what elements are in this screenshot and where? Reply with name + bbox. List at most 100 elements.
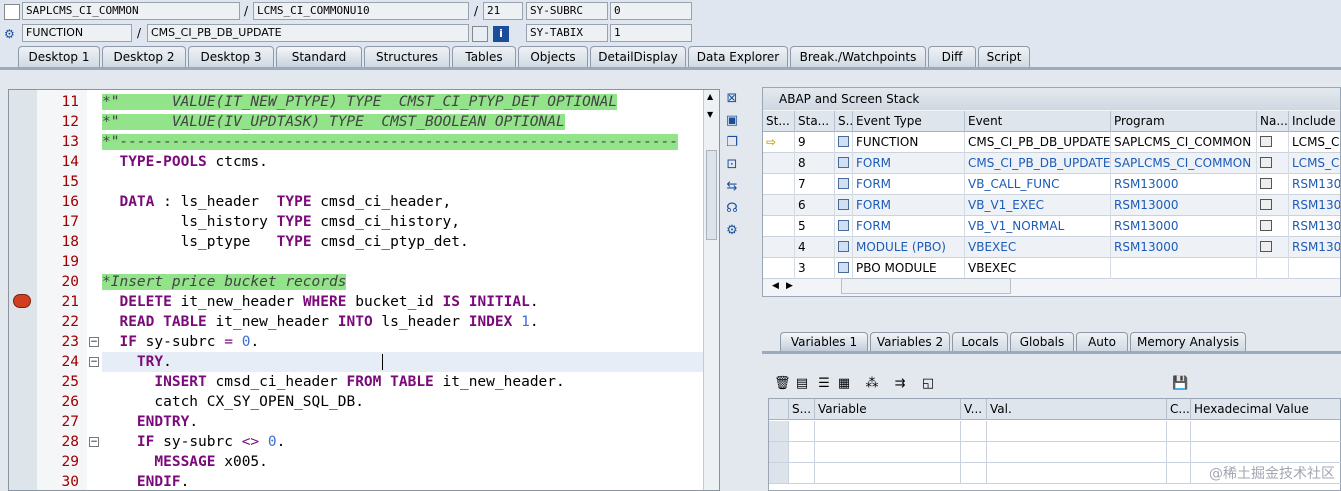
scroll-down-icon[interactable]: ▼: [707, 110, 713, 119]
copy-icon[interactable]: ❐: [724, 135, 740, 151]
fold-toggle-icon[interactable]: −: [89, 357, 99, 367]
close-icon[interactable]: ⊠: [724, 91, 740, 107]
vars-col-header[interactable]: [769, 399, 789, 420]
program-field[interactable]: SAPLCMS_CI_COMMON: [22, 2, 240, 20]
vars-tab-variables-1[interactable]: Variables 1: [780, 332, 868, 352]
code-line[interactable]: *" VALUE(IT_NEW_PTYPE) TYPE CMST_CI_PTYP…: [102, 92, 703, 112]
variable-cell[interactable]: [987, 421, 1167, 442]
scroll-left-icon[interactable]: ◀: [772, 279, 779, 293]
code-line[interactable]: ls_ptype TYPE cmsd_ci_ptyp_det.: [102, 232, 703, 252]
variable-cell[interactable]: [987, 463, 1167, 484]
variable-cell[interactable]: [1167, 463, 1191, 484]
insert-row-icon[interactable]: ▤: [794, 376, 810, 392]
stack-col-header[interactable]: S...: [835, 111, 853, 132]
variable-cell[interactable]: [815, 421, 961, 442]
sysval2-field[interactable]: 1: [610, 24, 692, 42]
stack-row[interactable]: 8 FORM CMS_CI_PB_DB_UPDATE SAPLCMS_CI_COMMO…: [763, 153, 1340, 174]
tab-data-explorer[interactable]: Data Explorer: [688, 46, 788, 68]
tab-detaildisplay[interactable]: DetailDisplay: [590, 46, 686, 68]
variable-cell[interactable]: [769, 463, 789, 484]
code-line[interactable]: catch CX_SY_OPEN_SQL_DB.: [102, 392, 703, 412]
code-line[interactable]: ENDIF.: [102, 472, 703, 490]
code-line[interactable]: TRY.: [102, 352, 703, 372]
variable-cell[interactable]: [769, 421, 789, 442]
vars-tab-variables-2[interactable]: Variables 2: [870, 332, 950, 352]
sysvar-field[interactable]: SY-SUBRC: [526, 2, 608, 20]
window-icon[interactable]: ◱: [920, 376, 936, 392]
list-icon[interactable]: ☰: [816, 376, 832, 392]
save-icon[interactable]: 💾: [1172, 376, 1188, 392]
variable-cell[interactable]: [789, 421, 815, 442]
import-icon[interactable]: ▦: [836, 376, 852, 392]
stack-col-header[interactable]: Na...: [1257, 111, 1289, 132]
vars-tab-globals[interactable]: Globals: [1010, 332, 1074, 352]
group-icon[interactable]: ⁂: [864, 376, 880, 392]
tab-objects[interactable]: Objects: [518, 46, 588, 68]
code-line[interactable]: *Insert price bucket records: [102, 272, 703, 292]
variable-cell[interactable]: [815, 442, 961, 463]
code-line[interactable]: *" VALUE(IV_UPDTASK) TYPE CMST_BOOLEAN O…: [102, 112, 703, 132]
stack-row[interactable]: 5FORMVB_V1_NORMALRSM13000RSM13000: [763, 216, 1340, 237]
stack-col-header[interactable]: Sta...: [795, 111, 835, 132]
new-window-icon[interactable]: ▣: [724, 113, 740, 129]
code-line[interactable]: ENDTRY.: [102, 412, 703, 432]
sysval-field[interactable]: 0: [610, 2, 692, 20]
tab-script[interactable]: Script: [978, 46, 1030, 68]
code-line[interactable]: ls_history TYPE cmsd_ci_history,: [102, 212, 703, 232]
tab-desktop-3[interactable]: Desktop 3: [188, 46, 274, 68]
breakpoint-gutter[interactable]: [9, 90, 37, 490]
stack-col-header[interactable]: St...: [763, 111, 795, 132]
variable-cell[interactable]: [789, 442, 815, 463]
tab-tables[interactable]: Tables: [452, 46, 516, 68]
stack-col-header[interactable]: Program: [1111, 111, 1257, 132]
info-icon[interactable]: i: [493, 26, 509, 42]
tab-standard[interactable]: Standard: [276, 46, 362, 68]
scroll-thumb[interactable]: [706, 150, 717, 240]
stack-row[interactable]: 4MODULE (PBO)VBEXECRSM13000RSM13000: [763, 237, 1340, 258]
stack-row[interactable]: 7FORMVB_CALL_FUNCRSM13000RSM13000: [763, 174, 1340, 195]
code-line[interactable]: DATA : ls_header TYPE cmsd_ci_header,: [102, 192, 703, 212]
variable-cell[interactable]: [1191, 421, 1341, 442]
tab-desktop-1[interactable]: Desktop 1: [18, 46, 100, 68]
vars-col-header[interactable]: Val.: [987, 399, 1167, 420]
variable-cell[interactable]: [815, 463, 961, 484]
include-field[interactable]: LCMS_CI_COMMONU10: [253, 2, 469, 20]
stack-horizontal-scrollbar[interactable]: ◀ ▶: [772, 278, 1011, 294]
settings-icon[interactable]: ⚙: [724, 223, 740, 239]
code-line[interactable]: *"--------------------------------------…: [102, 132, 703, 152]
fold-toggle-icon[interactable]: −: [89, 437, 99, 447]
sysvar2-field[interactable]: SY-TABIX: [526, 24, 608, 42]
stack-col-header[interactable]: Event: [965, 111, 1111, 132]
event-name-field[interactable]: CMS_CI_PB_DB_UPDATE: [147, 24, 469, 42]
event-type-field[interactable]: FUNCTION: [22, 24, 132, 42]
variable-cell[interactable]: [1191, 442, 1341, 463]
variable-cell[interactable]: [961, 463, 987, 484]
variable-cell[interactable]: [769, 442, 789, 463]
stack-col-header[interactable]: Event Type: [853, 111, 965, 132]
code-line[interactable]: IF sy-subrc = 0.: [102, 332, 703, 352]
variable-cell[interactable]: [987, 442, 1167, 463]
editor-vertical-scrollbar[interactable]: ▲ ▼: [703, 90, 719, 490]
variable-cell[interactable]: [961, 421, 987, 442]
fold-toggle-icon[interactable]: −: [89, 337, 99, 347]
code-line[interactable]: INSERT cmsd_ci_header FROM TABLE it_new_…: [102, 372, 703, 392]
stack-row[interactable]: ⇨ 9 FUNCTION CMS_CI_PB_DB_UPDATE SAPLCMS_CI_…: [763, 132, 1340, 153]
code-line[interactable]: MESSAGE x005.: [102, 452, 703, 472]
swap-icon[interactable]: ⇆: [724, 179, 740, 195]
navigate-icon[interactable]: ⇉: [892, 376, 908, 392]
delete-icon[interactable]: 🗑: [774, 376, 791, 392]
breakpoint-icon[interactable]: [13, 294, 31, 308]
headset-icon[interactable]: ☊: [724, 201, 740, 217]
vars-col-header[interactable]: Hexadecimal Value: [1191, 399, 1341, 420]
code-line[interactable]: [102, 252, 703, 272]
vars-tab-locals[interactable]: Locals: [952, 332, 1008, 352]
vars-col-header[interactable]: V...: [961, 399, 987, 420]
tab-break-watchpoints[interactable]: Break./Watchpoints: [790, 46, 926, 68]
line-field[interactable]: 21: [483, 2, 523, 20]
code-line[interactable]: TYPE-POOLS ctcms.: [102, 152, 703, 172]
vars-col-header[interactable]: C...: [1167, 399, 1191, 420]
vars-tab-memory-analysis[interactable]: Memory Analysis: [1130, 332, 1246, 352]
variable-cell[interactable]: [1167, 442, 1191, 463]
code-line[interactable]: DELETE it_new_header WHERE bucket_id IS …: [102, 292, 703, 312]
vars-col-header[interactable]: Variable: [815, 399, 961, 420]
